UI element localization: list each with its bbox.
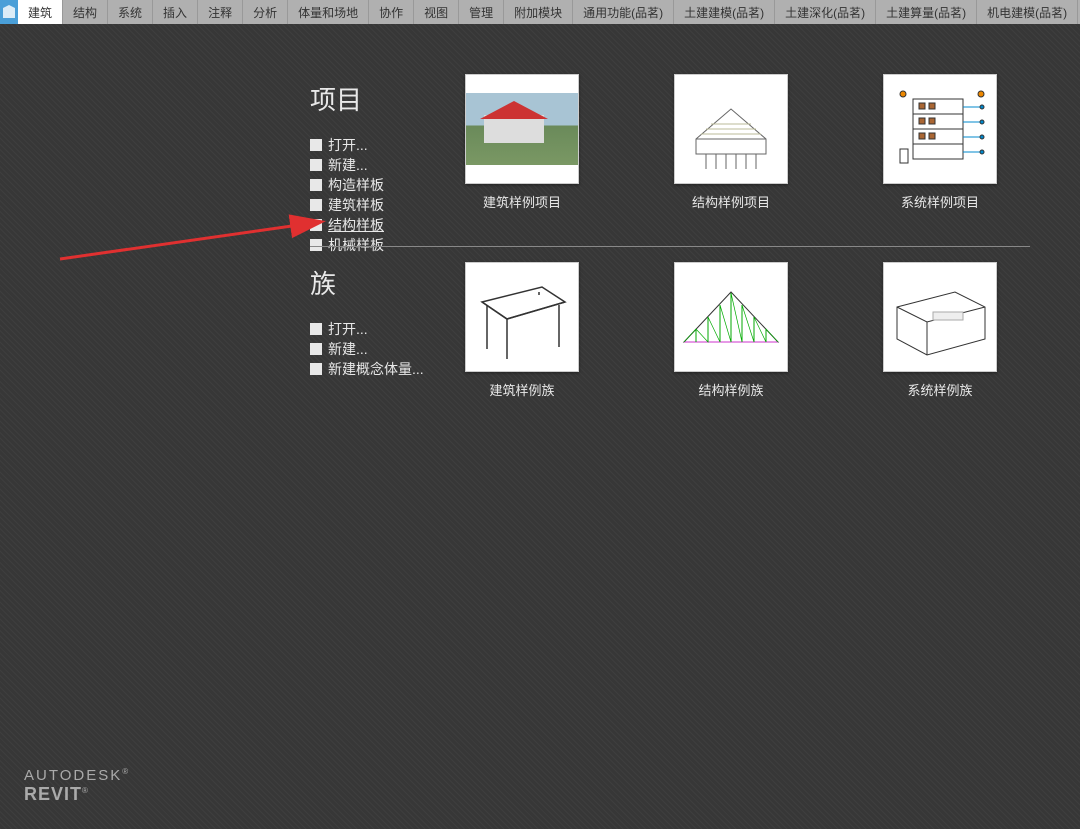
thumbnail-label: 建筑样例族 [489,380,554,399]
thumbnail-label: 结构样例族 [698,380,763,399]
ribbon-tab[interactable]: 土建算量(品茗) [876,0,977,24]
ribbon-tab[interactable]: 建筑 [18,0,63,24]
projects-title: 项目 [310,80,384,117]
family-link[interactable]: 打开... [310,319,424,339]
project-link[interactable]: 打开... [310,135,384,155]
thumbnail-label: 建筑样例项目 [483,192,561,211]
ribbon-tab[interactable]: 分析 [243,0,288,24]
file-icon [310,139,322,151]
section-divider [310,246,1030,247]
family-link[interactable]: 新建... [310,339,424,359]
file-icon [310,159,322,171]
thumbnail-label: 系统样例项目 [901,192,979,211]
ribbon-tab-bar: 建筑结构系统插入注释分析体量和场地协作视图管理附加模块通用功能(品茗)土建建模(… [0,0,1080,24]
ribbon-tab[interactable]: 协作 [369,0,414,24]
thumbnail-image [883,74,997,184]
thumbnail-image [674,74,788,184]
file-icon [310,179,322,191]
file-icon [310,343,322,355]
projects-section: 项目 打开...新建...构造样板建筑样板结构样板机械样板 [310,80,384,265]
project-thumbnail[interactable]: 建筑样例项目 [465,74,579,211]
families-title: 族 [310,264,424,301]
thumbnail-image [674,262,788,372]
family-link[interactable]: 新建概念体量... [310,359,424,379]
thumbnail-label: 系统样例族 [907,380,972,399]
project-link[interactable]: 结构样板 [310,215,384,235]
ribbon-tab[interactable]: 体量和场地 [288,0,369,24]
ribbon-tab[interactable]: 土建深化(品茗) [775,0,876,24]
family-thumbnail[interactable]: 结构样例族 [674,262,788,399]
thumbnail-image [465,262,579,372]
file-icon [310,323,322,335]
project-link[interactable]: 构造样板 [310,175,384,195]
family-thumbnail[interactable]: 建筑样例族 [465,262,579,399]
family-thumbnail[interactable]: 系统样例族 [883,262,997,399]
ribbon-tab[interactable]: 土建建模(品茗) [674,0,775,24]
ribbon-tab[interactable]: 系统 [108,0,153,24]
file-icon [310,363,322,375]
project-link[interactable]: 新建... [310,155,384,175]
thumbnail-image [465,74,579,184]
file-icon [310,199,322,211]
ribbon-tab[interactable]: 机电建模(品茗) [977,0,1078,24]
thumbnail-label: 结构样例项目 [692,192,770,211]
thumbnail-image [883,262,997,372]
project-thumbnail[interactable]: 系统样例项目 [883,74,997,211]
ribbon-tab[interactable]: 插入 [153,0,198,24]
file-icon [310,239,322,251]
ribbon-tab[interactable]: 附加模块 [504,0,573,24]
project-link[interactable]: 建筑样板 [310,195,384,215]
start-page: 项目 打开...新建...构造样板建筑样板结构样板机械样板 建筑样例项目结构样例… [0,24,1080,829]
ribbon-tab[interactable]: 注释 [198,0,243,24]
ribbon-tab[interactable]: 管理 [459,0,504,24]
families-section: 族 打开...新建...新建概念体量... [310,264,424,389]
file-icon [310,219,322,231]
ribbon-tab[interactable]: 通用功能(品茗) [573,0,674,24]
ribbon-tab[interactable]: 结构 [63,0,108,24]
app-icon[interactable] [0,0,18,24]
project-thumbnail[interactable]: 结构样例项目 [674,74,788,211]
annotation-arrow-icon [50,164,350,264]
ribbon-tab[interactable]: 视图 [414,0,459,24]
autodesk-revit-logo: AUTODESK® REVIT® [24,767,130,805]
project-link[interactable]: 机械样板 [310,235,384,255]
